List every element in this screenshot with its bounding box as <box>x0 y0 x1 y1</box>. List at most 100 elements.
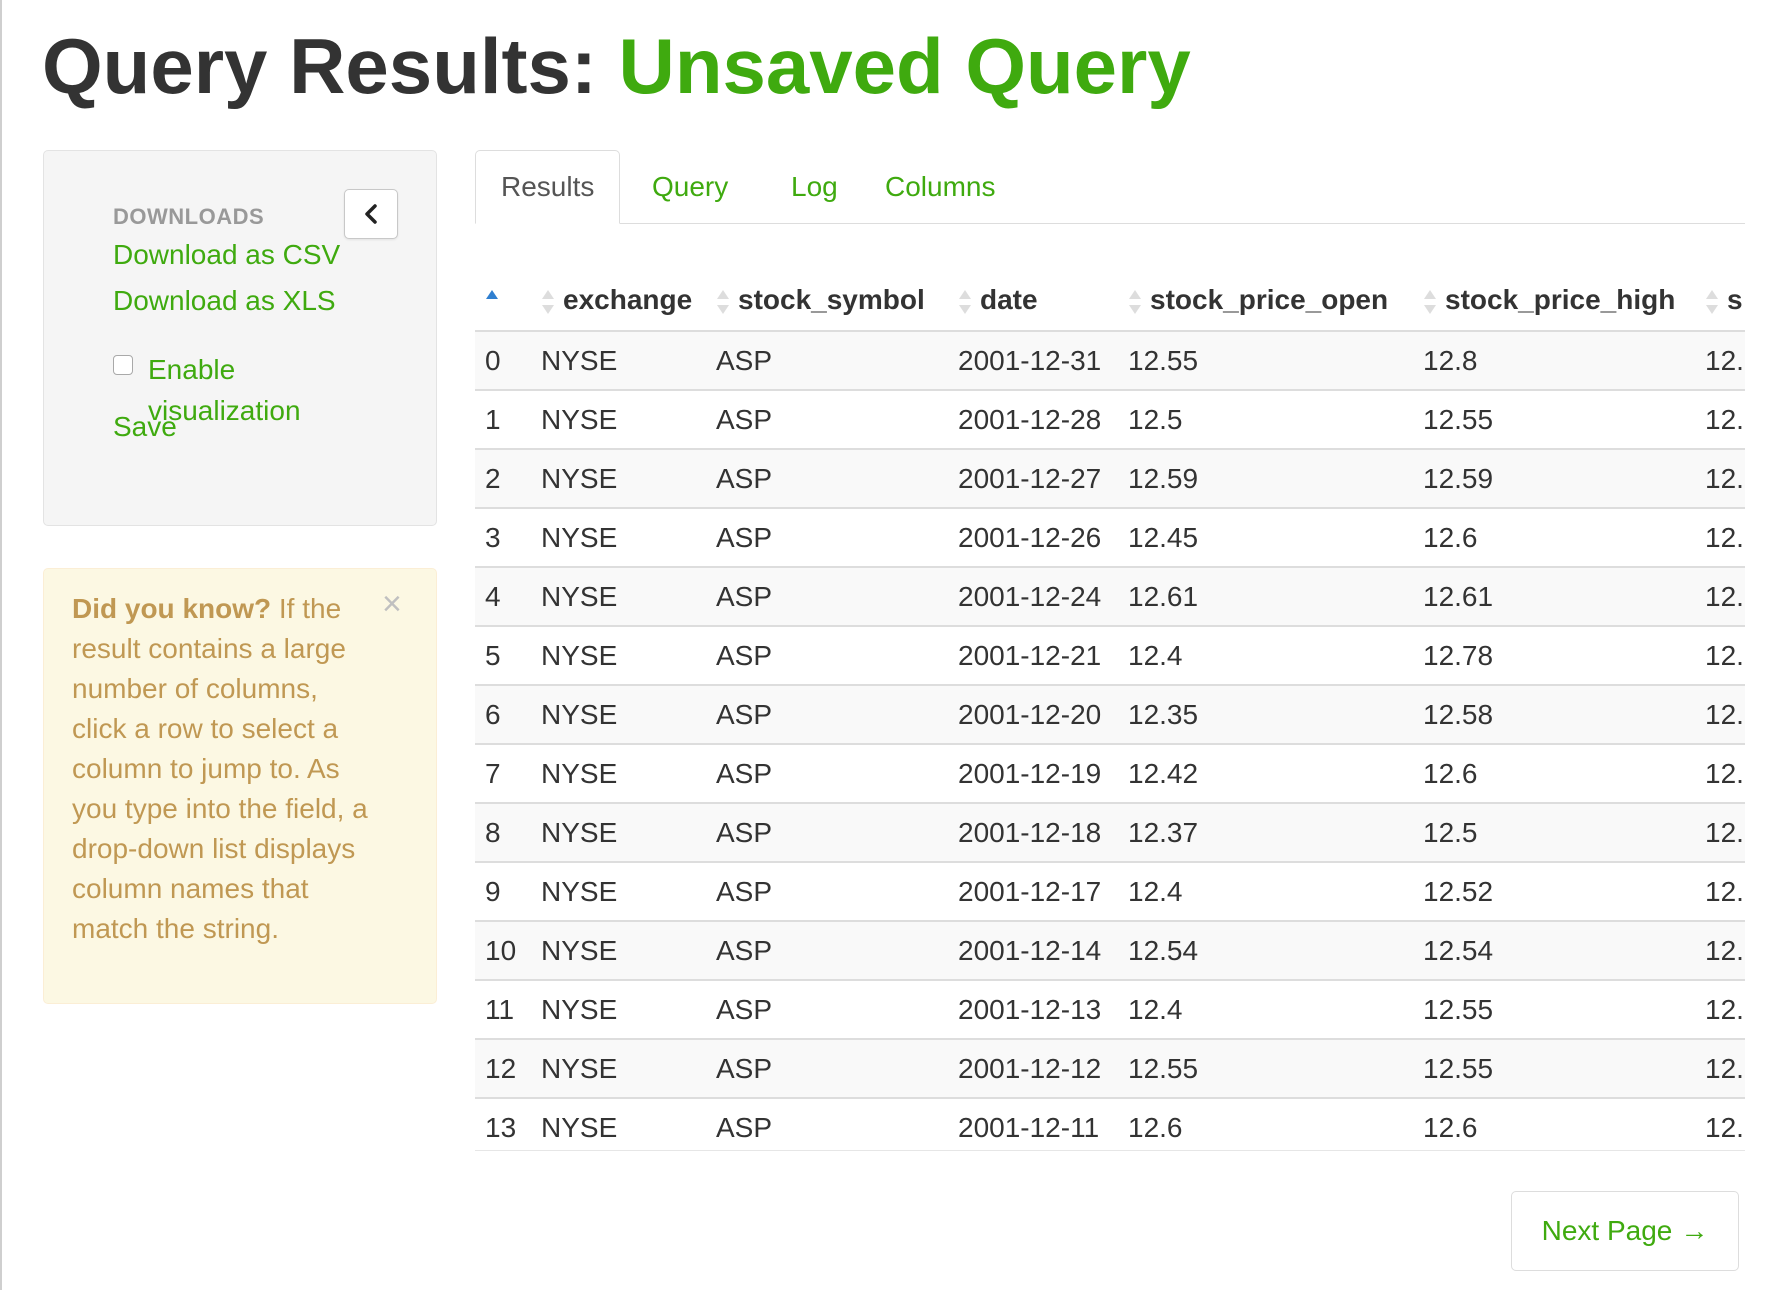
cell-row-index: 12 <box>475 1039 531 1099</box>
cell-exchange: NYSE <box>531 803 706 863</box>
cell-date: 2001-12-28 <box>948 390 1118 450</box>
cell-stock-price-high: 12.55 <box>1413 1039 1695 1099</box>
cell-stock-price-open: 12.61 <box>1118 567 1413 627</box>
table-row[interactable]: 8 NYSE ASP 2001-12-18 12.37 12.5 12. <box>475 803 1745 863</box>
cell-row-index: 5 <box>475 626 531 686</box>
table-body: 0 NYSE ASP 2001-12-31 12.55 12.8 12. 1 NYSE ASP 20… <box>475 331 1745 1150</box>
cell-date: 2001-12-19 <box>948 744 1118 804</box>
tab-results[interactable]: Results <box>475 150 621 224</box>
cell-stock-price-open: 12.54 <box>1118 921 1413 981</box>
sort-icon <box>717 289 729 314</box>
table-row[interactable]: 9 NYSE ASP 2001-12-17 12.4 12.52 12. <box>475 862 1745 922</box>
save-link[interactable]: Save <box>113 411 177 443</box>
column-header-exchange[interactable]: exchange <box>531 270 706 332</box>
cell-date: 2001-12-13 <box>948 980 1118 1040</box>
table-row[interactable]: 4 NYSE ASP 2001-12-24 12.61 12.61 12. <box>475 567 1745 627</box>
cell-stock-price-high: 12.54 <box>1413 921 1695 981</box>
cell-date: 2001-12-20 <box>948 685 1118 745</box>
cell-stock-price-high: 12.52 <box>1413 862 1695 922</box>
column-header-label: date <box>980 284 1038 315</box>
table-row[interactable]: 13 NYSE ASP 2001-12-11 12.6 12.6 12. <box>475 1098 1745 1150</box>
table-row[interactable]: 6 NYSE ASP 2001-12-20 12.35 12.58 12. <box>475 685 1745 745</box>
cell-exchange: NYSE <box>531 921 706 981</box>
cell-stock-price-open: 12.37 <box>1118 803 1413 863</box>
table-row[interactable]: 10 NYSE ASP 2001-12-14 12.54 12.54 12. <box>475 921 1745 981</box>
cell-stock-symbol: ASP <box>706 744 948 804</box>
cell-truncated: 12. <box>1695 331 1745 391</box>
cell-date: 2001-12-21 <box>948 626 1118 686</box>
cell-truncated: 12. <box>1695 449 1745 509</box>
cell-stock-price-high: 12.61 <box>1413 567 1695 627</box>
downloads-header: DOWNLOADS <box>113 204 265 229</box>
table-row[interactable]: 5 NYSE ASP 2001-12-21 12.4 12.78 12. <box>475 626 1745 686</box>
table-bottom-rule <box>475 1150 1745 1151</box>
tab-columns[interactable]: Columns <box>885 150 995 224</box>
next-page-button[interactable]: Next Page → <box>1511 1191 1739 1271</box>
results-table-container: exchange stock_symbol date stock_price_open… <box>475 270 1745 1150</box>
cell-row-index: 6 <box>475 685 531 745</box>
results-table: exchange stock_symbol date stock_price_open… <box>475 270 1745 1150</box>
cell-row-index: 8 <box>475 803 531 863</box>
column-header-label: stock_price_open <box>1150 284 1389 315</box>
table-row[interactable]: 3 NYSE ASP 2001-12-26 12.45 12.6 12. <box>475 508 1745 568</box>
cell-truncated: 12. <box>1695 862 1745 922</box>
close-icon[interactable]: × <box>382 587 402 621</box>
cell-stock-symbol: ASP <box>706 1039 948 1099</box>
cell-stock-price-open: 12.4 <box>1118 626 1413 686</box>
table-row[interactable]: 2 NYSE ASP 2001-12-27 12.59 12.59 12. <box>475 449 1745 509</box>
cell-stock-price-open: 12.59 <box>1118 449 1413 509</box>
cell-stock-price-high: 12.5 <box>1413 803 1695 863</box>
cell-stock-price-open: 12.45 <box>1118 508 1413 568</box>
cell-row-index: 2 <box>475 449 531 509</box>
downloads-panel: DOWNLOADS Download as CSV Download as XL… <box>43 150 437 526</box>
cell-stock-price-open: 12.5 <box>1118 390 1413 450</box>
cell-stock-symbol: ASP <box>706 685 948 745</box>
cell-truncated: 12. <box>1695 1098 1745 1150</box>
cell-stock-symbol: ASP <box>706 331 948 391</box>
table-row[interactable]: 11 NYSE ASP 2001-12-13 12.4 12.55 12. <box>475 980 1745 1040</box>
cell-truncated: 12. <box>1695 626 1745 686</box>
sort-icon <box>1706 289 1718 314</box>
download-csv-link[interactable]: Download as CSV <box>113 239 340 271</box>
cell-row-index: 9 <box>475 862 531 922</box>
table-row[interactable]: 12 NYSE ASP 2001-12-12 12.55 12.55 12. <box>475 1039 1745 1099</box>
cell-truncated: 12. <box>1695 921 1745 981</box>
cell-date: 2001-12-24 <box>948 567 1118 627</box>
column-header-stock-symbol[interactable]: stock_symbol <box>706 270 948 332</box>
cell-exchange: NYSE <box>531 1039 706 1099</box>
cell-stock-symbol: ASP <box>706 390 948 450</box>
enable-visualization-checkbox[interactable] <box>113 355 133 375</box>
cell-row-index: 7 <box>475 744 531 804</box>
column-header-row-index[interactable] <box>475 270 531 332</box>
download-xls-link[interactable]: Download as XLS <box>113 285 336 317</box>
table-row[interactable]: 7 NYSE ASP 2001-12-19 12.42 12.6 12. <box>475 744 1745 804</box>
cell-stock-price-open: 12.55 <box>1118 1039 1413 1099</box>
column-header-truncated[interactable]: s <box>1695 270 1745 332</box>
cell-truncated: 12. <box>1695 744 1745 804</box>
sort-icon <box>542 289 554 314</box>
tab-query[interactable]: Query <box>652 150 728 224</box>
cell-row-index: 4 <box>475 567 531 627</box>
did-you-know-tip: Did you know? If the result contains a l… <box>43 568 437 1004</box>
cell-exchange: NYSE <box>531 331 706 391</box>
column-header-stock-price-open[interactable]: stock_price_open <box>1118 270 1413 332</box>
cell-stock-price-open: 12.35 <box>1118 685 1413 745</box>
table-row[interactable]: 0 NYSE ASP 2001-12-31 12.55 12.8 12. <box>475 331 1745 391</box>
table-header-row: exchange stock_symbol date stock_price_open… <box>475 270 1745 332</box>
table-row[interactable]: 1 NYSE ASP 2001-12-28 12.5 12.55 12. <box>475 390 1745 450</box>
tip-body: If the result contains a large number of… <box>72 593 368 944</box>
column-header-stock-price-high[interactable]: stock_price_high <box>1413 270 1695 332</box>
cell-truncated: 12. <box>1695 685 1745 745</box>
cell-stock-price-open: 12.55 <box>1118 331 1413 391</box>
enable-visualization-label[interactable]: Enable visualization <box>148 349 348 431</box>
cell-stock-price-open: 12.42 <box>1118 744 1413 804</box>
cell-date: 2001-12-11 <box>948 1098 1118 1150</box>
page-left-border <box>0 0 2 1290</box>
column-header-date[interactable]: date <box>948 270 1118 332</box>
tip-text: Did you know? If the result contains a l… <box>72 589 372 949</box>
collapse-sidebar-button[interactable] <box>344 189 398 239</box>
cell-exchange: NYSE <box>531 1098 706 1150</box>
tab-log[interactable]: Log <box>791 150 838 224</box>
cell-exchange: NYSE <box>531 449 706 509</box>
cell-row-index: 11 <box>475 980 531 1040</box>
